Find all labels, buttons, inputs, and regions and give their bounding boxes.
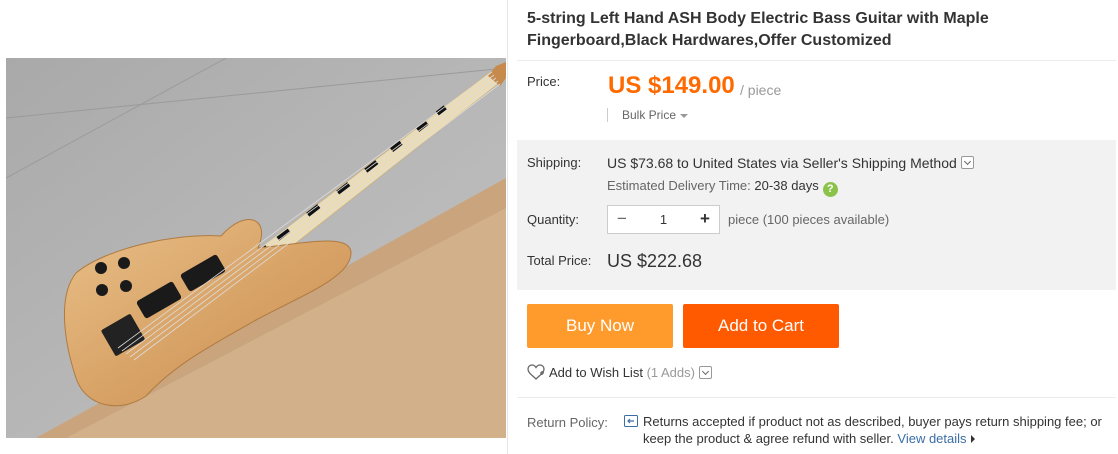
shipping-method[interactable]: US $73.68 to United States via Seller's … xyxy=(607,155,974,171)
quantity-label: Quantity: xyxy=(527,212,580,227)
divider xyxy=(517,397,1116,398)
return-policy-text: Returns accepted if product not as descr… xyxy=(643,413,1117,447)
help-icon[interactable]: ? xyxy=(822,182,838,197)
bulk-price-dropdown[interactable]: Bulk Price xyxy=(607,108,689,122)
price-section: Price: US $149.00 / piece Bulk Price xyxy=(517,60,1116,128)
product-image[interactable] xyxy=(6,58,506,438)
shipping-text: US $73.68 to United States via Seller's … xyxy=(607,155,957,171)
chevron-down-icon[interactable] xyxy=(698,366,712,379)
price-label: Price: xyxy=(527,74,561,89)
product-info-panel: 5-string Left Hand ASH Body Electric Bas… xyxy=(517,0,1118,454)
return-policy-description: Returns accepted if product not as descr… xyxy=(643,414,1102,446)
view-details-link[interactable]: View details xyxy=(897,431,975,446)
caret-down-icon xyxy=(680,113,689,118)
quantity-availability: piece (100 pieces available) xyxy=(728,212,890,227)
product-title: 5-string Left Hand ASH Body Electric Bas… xyxy=(527,10,989,49)
increase-quantity-button[interactable]: + xyxy=(691,206,719,233)
shipping-label: Shipping: xyxy=(527,155,582,170)
delivery-label: Estimated Delivery Time: xyxy=(607,178,751,193)
caret-right-icon xyxy=(970,435,975,443)
price-unit: / piece xyxy=(740,82,782,98)
bass-guitar-photo xyxy=(6,58,506,438)
return-policy-label: Return Policy: xyxy=(527,415,608,430)
gallery-divider xyxy=(507,0,508,454)
return-icon xyxy=(624,415,638,427)
wishlist-label: Add to Wish List xyxy=(549,365,643,380)
bulk-price-label: Bulk Price xyxy=(622,108,677,122)
add-to-cart-button[interactable]: Add to Cart xyxy=(683,304,839,348)
quantity-stepper: − + xyxy=(607,205,720,234)
decrease-quantity-button[interactable]: − xyxy=(608,206,636,233)
delivery-days: 20-38 days xyxy=(754,178,819,193)
quantity-input[interactable] xyxy=(636,206,691,233)
total-price-value: US $222.68 xyxy=(607,251,703,271)
heart-icon xyxy=(527,364,545,380)
total-price-label: Total Price: xyxy=(527,253,592,268)
wishlist-count: (1 Adds) xyxy=(646,365,695,380)
buy-now-button[interactable]: Buy Now xyxy=(527,304,673,348)
estimated-delivery: Estimated Delivery Time: 20-38 days? xyxy=(607,178,838,197)
view-details-label: View details xyxy=(897,431,967,446)
price-value: US $149.00 xyxy=(608,72,735,99)
add-to-wishlist[interactable]: Add to Wish List (1 Adds) xyxy=(527,364,712,380)
shipping-section: Shipping: US $73.68 to United States via… xyxy=(517,140,1116,290)
chevron-down-icon[interactable] xyxy=(960,156,974,169)
